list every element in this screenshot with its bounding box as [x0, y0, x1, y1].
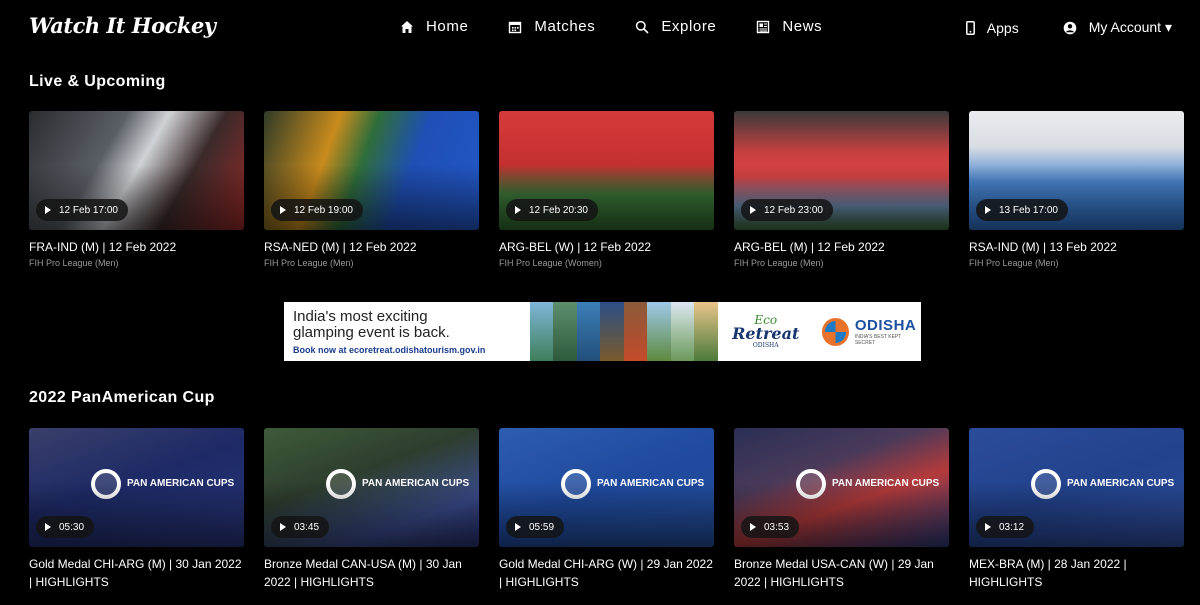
match-thumbnail[interactable]: 12 Feb 17:00 [29, 111, 244, 230]
odisha-emblem-icon [821, 317, 849, 346]
calendar-icon [509, 21, 522, 33]
match-card[interactable]: 12 Feb 23:00 ARG-BEL (M) | 12 Feb 2022 F… [734, 111, 949, 268]
match-time-badge: 12 Feb 17:00 [36, 199, 128, 221]
match-time-badge: 12 Feb 19:00 [271, 199, 363, 221]
nav-matches-label: Matches [534, 18, 596, 35]
eco-retreat-logo: Eco Retreat ODISHA [732, 313, 800, 349]
play-icon [45, 523, 51, 531]
ad-link-text: Book now at ecoretreat.odishatourism.gov… [293, 345, 486, 355]
search-icon [636, 20, 649, 34]
play-icon [985, 206, 991, 214]
highlight-title[interactable]: MEX-BRA (M) | 28 Jan 2022 | HIGHLIGHTS [969, 555, 1184, 591]
match-time-badge: 13 Feb 17:00 [976, 199, 1068, 221]
highlight-card[interactable]: PAN AMERICAN CUPS 05:30 Gold Medal CHI-A… [29, 428, 244, 591]
match-competition: FIH Pro League (Men) [264, 258, 354, 268]
home-icon [401, 20, 413, 33]
highlight-thumbnail[interactable]: PAN AMERICAN CUPS 05:59 [499, 428, 714, 547]
user-nav: Apps My Account ▾ [965, 19, 1172, 36]
match-thumbnail[interactable]: 13 Feb 17:00 [969, 111, 1184, 230]
match-card[interactable]: 12 Feb 19:00 RSA-NED (M) | 12 Feb 2022 F… [264, 111, 479, 268]
match-card[interactable]: 12 Feb 20:30 ARG-BEL (W) | 12 Feb 2022 F… [499, 111, 714, 268]
match-title[interactable]: FRA-IND (M) | 12 Feb 2022 [29, 238, 244, 256]
match-thumbnail[interactable]: 12 Feb 23:00 [734, 111, 949, 230]
nav-explore[interactable]: Explore [635, 18, 716, 35]
play-icon [750, 523, 756, 531]
match-card[interactable]: 13 Feb 17:00 RSA-IND (M) | 13 Feb 2022 F… [969, 111, 1184, 268]
play-icon [750, 206, 756, 214]
match-title[interactable]: ARG-BEL (M) | 12 Feb 2022 [734, 238, 949, 256]
highlight-card[interactable]: PAN AMERICAN CUPS 05:59 Gold Medal CHI-A… [499, 428, 714, 591]
odisha-tourism-logo: ODISHA INDIA'S BEST KEPT SECRET [814, 302, 921, 361]
highlight-thumbnail[interactable]: PAN AMERICAN CUPS 05:30 [29, 428, 244, 547]
advertisement-banner[interactable]: India's most exciting glamping event is … [284, 302, 921, 361]
match-time-badge: 12 Feb 23:00 [741, 199, 833, 221]
nav-home-label: Home [426, 18, 469, 35]
match-time-badge: 12 Feb 20:30 [506, 199, 598, 221]
match-thumbnail[interactable]: 12 Feb 19:00 [264, 111, 479, 230]
play-icon [280, 206, 286, 214]
main-nav: Home Matches Explore News [400, 18, 862, 35]
video-duration-badge: 03:53 [741, 516, 800, 538]
section-title-panamerican: 2022 PanAmerican Cup [29, 389, 215, 406]
ad-copy: India's most exciting glamping event is … [284, 302, 530, 361]
my-account-label: My Account ▾ [1088, 19, 1172, 35]
match-thumbnail[interactable]: 12 Feb 20:30 [499, 111, 714, 230]
mobile-phone-icon [965, 20, 975, 35]
highlight-card[interactable]: PAN AMERICAN CUPS 03:12 MEX-BRA (M) | 28… [969, 428, 1184, 591]
match-competition: FIH Pro League (Men) [29, 258, 119, 268]
nav-home[interactable]: Home [400, 18, 468, 35]
play-icon [985, 523, 991, 531]
match-competition: FIH Pro League (Women) [499, 258, 602, 268]
play-icon [280, 523, 286, 531]
ad-headline-2: glamping event is back. [293, 324, 450, 341]
nav-explore-label: Explore [661, 18, 717, 35]
video-duration-badge: 05:30 [36, 516, 95, 538]
nav-matches[interactable]: Matches [508, 18, 595, 35]
match-title[interactable]: RSA-NED (M) | 12 Feb 2022 [264, 238, 479, 256]
nav-news-label: News [782, 18, 823, 35]
match-competition: FIH Pro League (Men) [969, 258, 1059, 268]
apps-link[interactable]: Apps [965, 19, 1019, 36]
video-duration-badge: 03:45 [271, 516, 330, 538]
my-account-menu[interactable]: My Account ▾ [1063, 19, 1172, 36]
live-upcoming-row: 12 Feb 17:00 FRA-IND (M) | 12 Feb 2022 F… [29, 111, 1200, 268]
match-competition: FIH Pro League (Men) [734, 258, 824, 268]
highlight-thumbnail[interactable]: PAN AMERICAN CUPS 03:45 [264, 428, 479, 547]
highlight-title[interactable]: Bronze Medal CAN-USA (M) | 30 Jan 2022 |… [264, 555, 479, 591]
highlight-card[interactable]: PAN AMERICAN CUPS 03:53 Bronze Medal USA… [734, 428, 949, 591]
highlight-card[interactable]: PAN AMERICAN CUPS 03:45 Bronze Medal CAN… [264, 428, 479, 591]
video-duration-badge: 05:59 [506, 516, 565, 538]
user-circle-icon [1063, 21, 1077, 34]
panamerican-cup-row: PAN AMERICAN CUPS 05:30 Gold Medal CHI-A… [29, 428, 1200, 591]
play-icon [515, 523, 521, 531]
match-title[interactable]: RSA-IND (M) | 13 Feb 2022 [969, 238, 1184, 256]
highlight-thumbnail[interactable]: PAN AMERICAN CUPS 03:12 [969, 428, 1184, 547]
highlight-title[interactable]: Gold Medal CHI-ARG (M) | 30 Jan 2022 | H… [29, 555, 244, 591]
top-header: Watch It Hockey Home Matches Explore New… [0, 0, 1200, 56]
nav-news[interactable]: News [756, 18, 822, 35]
video-duration-badge: 03:12 [976, 516, 1035, 538]
apps-label: Apps [986, 19, 1019, 36]
site-logo[interactable]: Watch It Hockey [29, 13, 216, 38]
match-card[interactable]: 12 Feb 17:00 FRA-IND (M) | 12 Feb 2022 F… [29, 111, 244, 268]
section-title-live: Live & Upcoming [29, 73, 166, 90]
ad-headline-1: India's most exciting [293, 308, 428, 325]
newspaper-icon [757, 20, 770, 33]
highlight-title[interactable]: Gold Medal CHI-ARG (W) | 29 Jan 2022 | H… [499, 555, 714, 591]
ad-photo-strip [529, 302, 718, 361]
highlight-thumbnail[interactable]: PAN AMERICAN CUPS 03:53 [734, 428, 949, 547]
highlight-title[interactable]: Bronze Medal USA-CAN (W) | 29 Jan 2022 |… [734, 555, 949, 591]
play-icon [45, 206, 51, 214]
match-title[interactable]: ARG-BEL (W) | 12 Feb 2022 [499, 238, 714, 256]
play-icon [515, 206, 521, 214]
